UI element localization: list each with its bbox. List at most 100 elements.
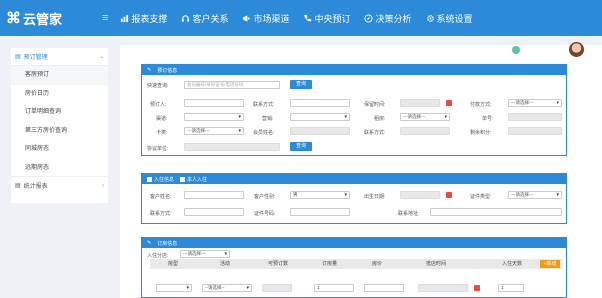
card-type-select[interactable]: ---请选择--- [184,127,244,135]
nav-label: 决策分析 [375,13,412,24]
sidebar-group-label: 预订管理 [23,55,48,61]
booker-label: 预订人: [150,102,167,108]
keep-time-input[interactable] [400,99,440,107]
guest-name-label: 客户姓名: [150,194,172,200]
market-select[interactable] [290,113,350,121]
order-no-input[interactable] [508,113,562,121]
available-count-input[interactable] [262,284,292,292]
app-logo[interactable]: ⌘ 云管家 [0,0,100,36]
nav-item-analysis[interactable]: 决策分析 [364,12,412,25]
gender-select[interactable]: 男 [290,191,350,199]
unit-label: 协议单位: [147,146,169,152]
logo-icon: ⌘ [6,10,21,27]
column-header: 房型 [168,261,179,267]
sidebar-group-reports[interactable]: ▤ 统计报表 ‹ [11,176,108,194]
nav-item-reports[interactable]: 报表支撑 [120,12,167,25]
quick-query-input[interactable]: 会员编号/身份证号/电话号码 [184,81,280,89]
nav-item-customers[interactable]: 客户关系 [181,12,228,25]
keep-time-label: 保留时间: [364,102,386,108]
points-label: 剩余积分: [470,130,492,136]
table-header: 房型 活动 可预订数 订房量 房价 抵店时间 入住天数 +新增 [150,259,562,269]
phone-icon [304,14,312,21]
column-header: 抵店时间 [426,261,447,267]
sidebar-item-city-room-status[interactable]: 同城房态 [11,140,108,159]
booker-input[interactable] [184,99,244,107]
sidebar-item-third-party-rates[interactable]: 第三方房价查询 [11,122,108,141]
headset-icon [182,14,190,22]
notification-badge[interactable] [512,46,520,54]
hamburger-menu-icon[interactable]: ≡ [102,12,108,24]
address-input[interactable] [430,208,562,216]
compass-icon [364,13,374,23]
gear-icon [426,14,434,22]
calendar-icon[interactable] [446,192,452,198]
nav-item-settings[interactable]: 系统设置 [426,12,473,25]
calendar-icon[interactable] [474,285,480,291]
booking-info-panel: ✎ 预订信息 快速查询: 会员编号/身份证号/电话号码 查询 预订人: 联系方式… [141,64,567,156]
chevron-down-icon: ⌄ [98,54,104,60]
sidebar-item-rate-calendar[interactable]: 房价日历 [11,85,108,104]
branch-select[interactable]: ---请选择--- [180,250,230,258]
document-icon: ▤ [15,183,21,189]
calendar-icon[interactable] [446,100,452,106]
contact-input[interactable] [290,99,350,107]
nav-item-central-booking[interactable]: 中央预订 [303,12,350,25]
document-icon: ▤ [15,54,21,60]
contact-input[interactable] [184,208,244,216]
panel-title: 入住信息 [154,176,175,183]
pencil-icon: ✎ [147,67,152,73]
points-input[interactable] [508,127,562,135]
nav-label: 中央预订 [314,13,351,24]
chevron-left-icon: ‹ [102,182,104,189]
pencil-icon: ✎ [147,240,152,246]
column-header: 活动 [220,261,231,267]
channel-select[interactable] [184,113,244,121]
agreement-select[interactable]: ---请选择--- [400,113,450,121]
guest-name-input[interactable] [184,191,244,199]
pay-method-label: 付款方式: [470,102,492,108]
self-checkin-checkbox[interactable] [180,176,186,182]
sidebar: ▤ 预订管理 ⌄ 客房预订 房价日历 订单明细查询 第三方房价查询 同城房态 远… [11,48,108,203]
megaphone-icon [243,14,251,22]
avatar[interactable] [569,42,584,57]
price-input[interactable] [364,284,404,292]
app-name: 云管家 [23,11,63,27]
pay-method-select[interactable]: ---请选择--- [508,99,562,107]
query-button[interactable]: 查询 [290,80,312,89]
panel-header: ✎ 订房信息 [142,238,566,248]
nav-item-market[interactable]: 市场渠道 [242,12,289,25]
quantity-input[interactable]: 1 [314,284,354,292]
add-row-button[interactable]: +新增 [540,260,560,268]
card-type-label: 卡类: [156,130,168,136]
phone-input[interactable] [400,127,450,135]
sidebar-group-booking[interactable]: ▤ 预订管理 ⌄ [11,48,108,66]
contact-label: 联系方式: [150,211,172,217]
checkbox-icon[interactable] [147,176,152,182]
id-no-input[interactable] [290,208,350,216]
id-type-select[interactable]: ---请选择--- [508,191,562,199]
column-header: 可预订数 [268,261,289,267]
sidebar-item-order-query[interactable]: 订单明细查询 [11,103,108,122]
room-type-select[interactable] [156,284,192,292]
nav-label: 系统设置 [436,13,473,24]
quick-query-label: 快速查询: [147,83,169,89]
activity-select[interactable]: --请选择-- [202,284,252,292]
address-label: 联系地址: [398,211,420,217]
room-order-panel: ✎ 订房信息 入住分店: ---请选择--- 房型 活动 可预订数 订房量 房价… [141,237,567,298]
unit-input[interactable] [184,143,280,151]
contact-label: 联系方式: [253,102,275,108]
birthday-label: 出生日期: [364,194,386,200]
id-no-label: 证件号码: [254,211,276,217]
id-type-label: 证件类型: [470,194,492,200]
sidebar-group-label: 统计报表 [23,184,48,190]
gender-label: 客户性别: [254,194,276,200]
sidebar-item-room-booking[interactable]: 客房预订 [11,66,108,85]
nav-label: 市场渠道 [253,13,290,24]
self-checkin-label: 本人入住 [187,176,208,183]
unit-query-button[interactable]: 查询 [290,142,312,151]
arrival-time-input[interactable] [418,284,468,292]
sidebar-item-future-room-status[interactable]: 远期房态 [11,159,108,178]
stay-days-input[interactable]: 1 [498,284,524,292]
birthday-input[interactable] [400,191,440,199]
member-name-input[interactable] [290,127,350,135]
